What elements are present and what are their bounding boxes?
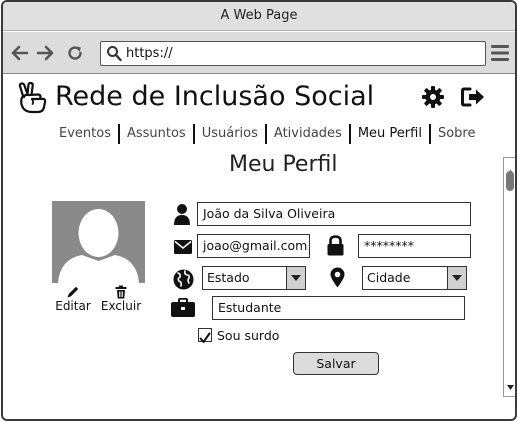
- chevron-down-icon[interactable]: [447, 267, 466, 289]
- pencil-icon: [67, 286, 79, 298]
- deaf-checkbox[interactable]: [198, 328, 212, 343]
- map-pin-icon: [330, 267, 345, 292]
- browser-window: A Web Page https:// Rede de Inclusão Soc…: [1, 0, 517, 421]
- lock-icon: [327, 235, 344, 260]
- state-select-value: Estado: [207, 270, 250, 285]
- url-bar[interactable]: https://: [100, 41, 486, 66]
- save-button[interactable]: Salvar: [293, 352, 379, 375]
- city-select[interactable]: Cidade: [362, 266, 467, 290]
- nav-item-meu-perfil[interactable]: Meu Perfil: [351, 124, 431, 144]
- name-field[interactable]: João da Silva Oliveira: [197, 202, 471, 226]
- url-text: https://: [126, 46, 173, 61]
- hamburger-menu-icon[interactable]: [491, 44, 509, 66]
- page-title: Meu Perfil: [229, 152, 338, 177]
- password-field[interactable]: ********: [358, 234, 471, 258]
- email-field[interactable]: joao@gmail.com: [197, 234, 310, 258]
- globe-icon: [173, 269, 194, 294]
- nav-item-assuntos[interactable]: Assuntos: [120, 124, 195, 144]
- reload-icon[interactable]: [64, 42, 86, 64]
- state-select[interactable]: Estado: [202, 266, 306, 290]
- scroll-down-arrow-icon[interactable]: [507, 375, 514, 394]
- edit-photo-label: Editar: [55, 299, 91, 313]
- vertical-scrollbar[interactable]: [503, 157, 515, 397]
- checkmark-icon: [199, 332, 211, 343]
- briefcase-icon: [171, 297, 195, 321]
- search-icon: [106, 45, 122, 66]
- logout-icon[interactable]: [461, 87, 485, 111]
- delete-photo-label: Excluir: [100, 299, 142, 313]
- scroll-thumb[interactable]: [506, 171, 514, 191]
- profile-avatar: [52, 201, 145, 283]
- envelope-icon: [174, 239, 192, 258]
- forward-arrow-icon[interactable]: [34, 42, 56, 64]
- peace-hand-icon: [16, 81, 49, 118]
- main-nav: Eventos Assuntos Usuários Atividades Meu…: [52, 124, 482, 144]
- back-arrow-icon[interactable]: [9, 42, 31, 64]
- trash-icon: [115, 285, 127, 299]
- city-select-value: Cidade: [367, 270, 411, 285]
- nav-item-atividades[interactable]: Atividades: [267, 124, 351, 144]
- delete-photo-button[interactable]: Excluir: [100, 285, 142, 313]
- window-title: A Web Page: [3, 2, 515, 31]
- user-icon: [173, 203, 191, 229]
- nav-item-sobre[interactable]: Sobre: [431, 124, 483, 144]
- nav-item-eventos[interactable]: Eventos: [52, 124, 120, 144]
- site-title: Rede de Inclusão Social: [55, 81, 375, 112]
- nav-item-usuarios[interactable]: Usuários: [195, 124, 267, 144]
- occupation-field[interactable]: Estudante: [212, 296, 465, 320]
- browser-toolbar: https://: [3, 32, 515, 74]
- chevron-down-icon[interactable]: [286, 267, 305, 289]
- edit-photo-button[interactable]: Editar: [54, 285, 92, 313]
- gear-icon[interactable]: [422, 86, 444, 112]
- deaf-checkbox-label[interactable]: Sou surdo: [217, 328, 279, 343]
